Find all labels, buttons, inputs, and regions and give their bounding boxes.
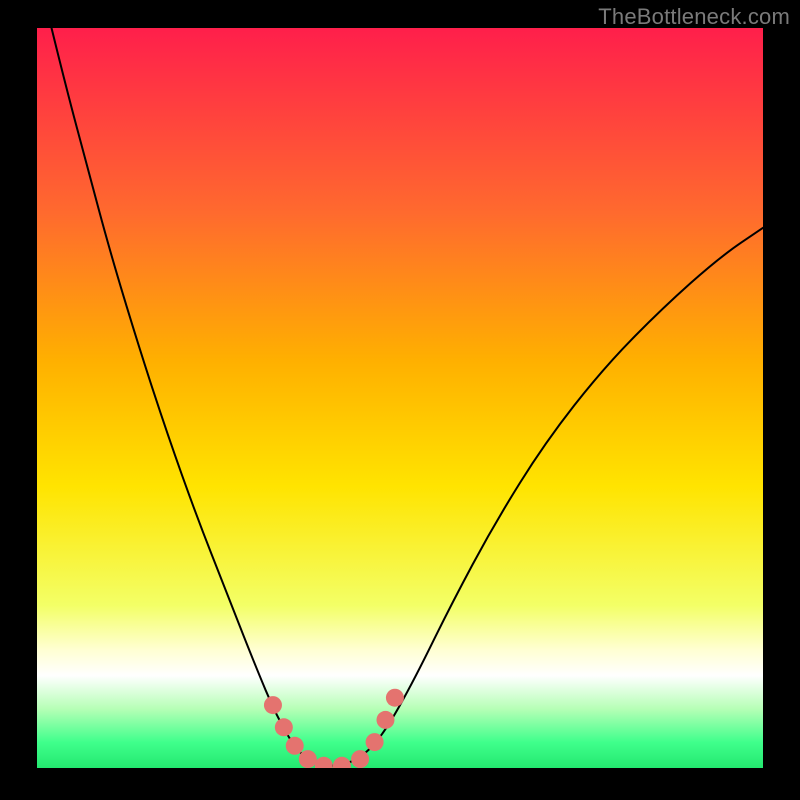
chart-frame: TheBottleneck.com	[0, 0, 800, 800]
watermark-text: TheBottleneck.com	[598, 4, 790, 30]
bottleneck-chart	[0, 0, 800, 800]
plot-background	[37, 28, 763, 768]
